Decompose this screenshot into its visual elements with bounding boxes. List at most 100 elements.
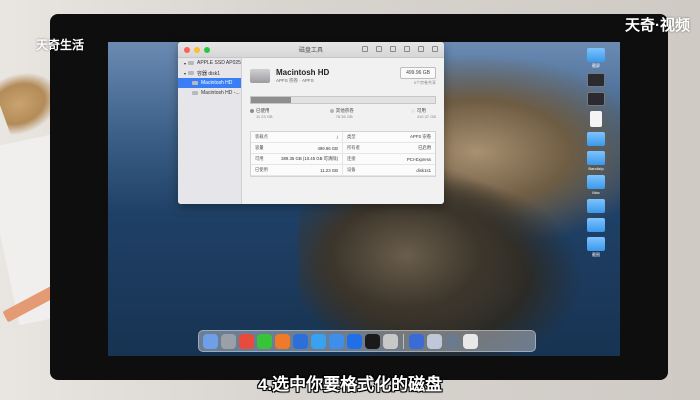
dock-app-icon[interactable] [445, 333, 460, 349]
sidebar-item[interactable]: ▾ 容器 disk1 [178, 68, 241, 78]
info-key: 容量 [255, 145, 264, 150]
legend-dot-icon [250, 108, 254, 113]
disclosure-icon[interactable]: ▾ [184, 61, 186, 66]
info-row: 已使用 11.23 GB [251, 165, 343, 176]
erase-icon[interactable] [390, 46, 396, 52]
info-row: 可用 389.35 GB (10.45 GB 可清除) [251, 154, 343, 165]
legend-item: 其他宗卷 78.36 GB [329, 108, 354, 119]
info-key: 设备 [347, 167, 356, 172]
dock-app-icon[interactable] [365, 333, 380, 349]
sidebar-item-label: Macintosh HD -... [201, 90, 240, 96]
usage-bar [250, 96, 436, 104]
sidebar-item-label: 容器 disk1 [197, 70, 221, 77]
info-value: 389.35 GB (10.45 GB 可清除) [281, 156, 338, 161]
disk-header: Macintosh HD APFS 宗卷 · APFS 499.96 GB 5个… [250, 64, 436, 88]
disk-detail-pane: Macintosh HD APFS 宗卷 · APFS 499.96 GB 5个… [242, 58, 444, 204]
dock-app-icon[interactable] [257, 333, 272, 349]
dock-app-icon[interactable] [311, 333, 326, 349]
dock-app-icon[interactable] [383, 333, 398, 349]
sidebar-item-label: Macintosh HD [201, 80, 233, 86]
desktop-folder-icon[interactable] [587, 132, 605, 146]
desktop-folder-icon[interactable] [587, 48, 605, 62]
hard-disk-icon [250, 69, 270, 83]
desktop-folder-icon[interactable] [587, 73, 605, 87]
disk-utility-window: 磁盘工具 ▾ APPLE SSD AP0256... ▾ 容器 disk1 Macint… [178, 42, 444, 204]
dock-app-icon[interactable] [239, 333, 254, 349]
capacity-block: 499.96 GB 5个宗卷共享 [400, 66, 436, 86]
desktop-folder-icon[interactable] [587, 175, 605, 189]
legend-dot-icon [329, 108, 334, 113]
dock-app-icon[interactable] [347, 333, 362, 349]
desktop-folder-icon[interactable] [587, 218, 605, 232]
legend-label: 其他宗卷 [335, 108, 354, 113]
disk-subtitle: APFS 宗卷 · APFS [276, 78, 314, 83]
desktop-icon-label: Mac [592, 190, 600, 195]
dock-app-icon[interactable] [275, 333, 290, 349]
sidebar-item[interactable]: ▾ APPLE SSD AP0256... [178, 58, 241, 68]
info-row: 所有者 已启用 [343, 143, 435, 154]
disk-icon [192, 81, 198, 85]
first-aid-icon[interactable] [362, 46, 368, 52]
dock-app-icon[interactable] [409, 333, 424, 349]
info-value: 已启用 [418, 145, 431, 150]
info-value: / [336, 134, 338, 140]
mount-icon[interactable] [418, 46, 424, 52]
legend-label: 已使用 [256, 108, 270, 113]
watermark-left: 天奇生活 [36, 38, 85, 52]
info-value: PCI-Express [406, 156, 431, 162]
dock-app-icon[interactable] [329, 333, 344, 349]
disclosure-icon[interactable]: ▾ [184, 71, 186, 76]
dock-app-icon[interactable] [293, 333, 308, 349]
info-key: 所有者 [347, 145, 360, 150]
capacity-value: 499.96 GB [400, 66, 436, 79]
desktop-folder-icon[interactable] [587, 92, 605, 106]
info-icon[interactable] [432, 46, 438, 52]
desktop-icon-label: 截图 [592, 252, 600, 257]
usage-legend: 已使用 11.23 GB 其他宗卷 78.36 GB 可用 410.37 GB [250, 108, 436, 119]
info-key: 类型 [347, 134, 356, 139]
desktop-folder-icon[interactable] [587, 199, 605, 213]
info-row: 设备 disk1s1 [343, 165, 435, 176]
legend-item: 已使用 11.23 GB [250, 108, 273, 119]
legend-value: 410.37 GB [416, 114, 436, 119]
dock-app-icon[interactable] [203, 333, 218, 349]
sidebar-item[interactable]: Macintosh HD -... [178, 88, 241, 98]
restore-icon[interactable] [404, 46, 410, 52]
disk-name: Macintosh HD [276, 68, 330, 77]
dock-app-icon[interactable] [427, 333, 442, 349]
subtitle-caption: 4.选中你要格式化的磁盘 [257, 375, 443, 394]
legend-label: 可用 [416, 108, 426, 113]
legend-item: 可用 410.37 GB [410, 108, 436, 119]
sidebar: ▾ APPLE SSD AP0256... ▾ 容器 disk1 Macintosh H… [178, 58, 242, 204]
usage-bar-fill [251, 97, 292, 103]
info-row: 装载点 / [251, 132, 343, 143]
legend-dot-icon [410, 108, 415, 113]
info-value: 499.96 GB [317, 145, 338, 151]
partition-icon[interactable] [376, 46, 382, 52]
capacity-subtitle: 5个宗卷共享 [413, 79, 436, 85]
info-key: 装载点 [255, 134, 268, 139]
dock [198, 330, 536, 352]
watermark-right: 天奇·视频 [625, 17, 690, 34]
titlebar[interactable]: 磁盘工具 [178, 42, 444, 58]
legend-value: 78.36 GB [335, 114, 353, 119]
info-row: 容量 499.96 GB [251, 143, 343, 154]
desktop-folder-icon[interactable] [590, 111, 602, 127]
dock-app-icon[interactable] [221, 333, 236, 349]
info-table: 装载点 / 类型 APFS 宗卷容量 499.96 GB 所有者 已启用可用 389.35 G… [250, 131, 436, 177]
info-key: 可用 [255, 156, 264, 161]
sidebar-item-label: APPLE SSD AP0256... [197, 60, 241, 66]
desktop-folder-icon[interactable] [587, 237, 605, 251]
disk-icon [188, 61, 195, 65]
desktop-folder-icon[interactable] [587, 151, 605, 165]
info-key: 连接 [347, 156, 356, 161]
info-row: 类型 APFS 宗卷 [343, 132, 435, 143]
info-row: 连接 PCI-Express [343, 154, 435, 165]
info-key: 已使用 [255, 167, 268, 172]
sidebar-item[interactable]: Macintosh HD [178, 78, 241, 88]
dock-app-icon[interactable] [463, 333, 478, 349]
toolbar [362, 46, 438, 52]
desktop-icon-label: Bandizip [588, 166, 604, 171]
disk-icon [192, 91, 198, 95]
legend-value: 11.23 GB [256, 114, 273, 119]
